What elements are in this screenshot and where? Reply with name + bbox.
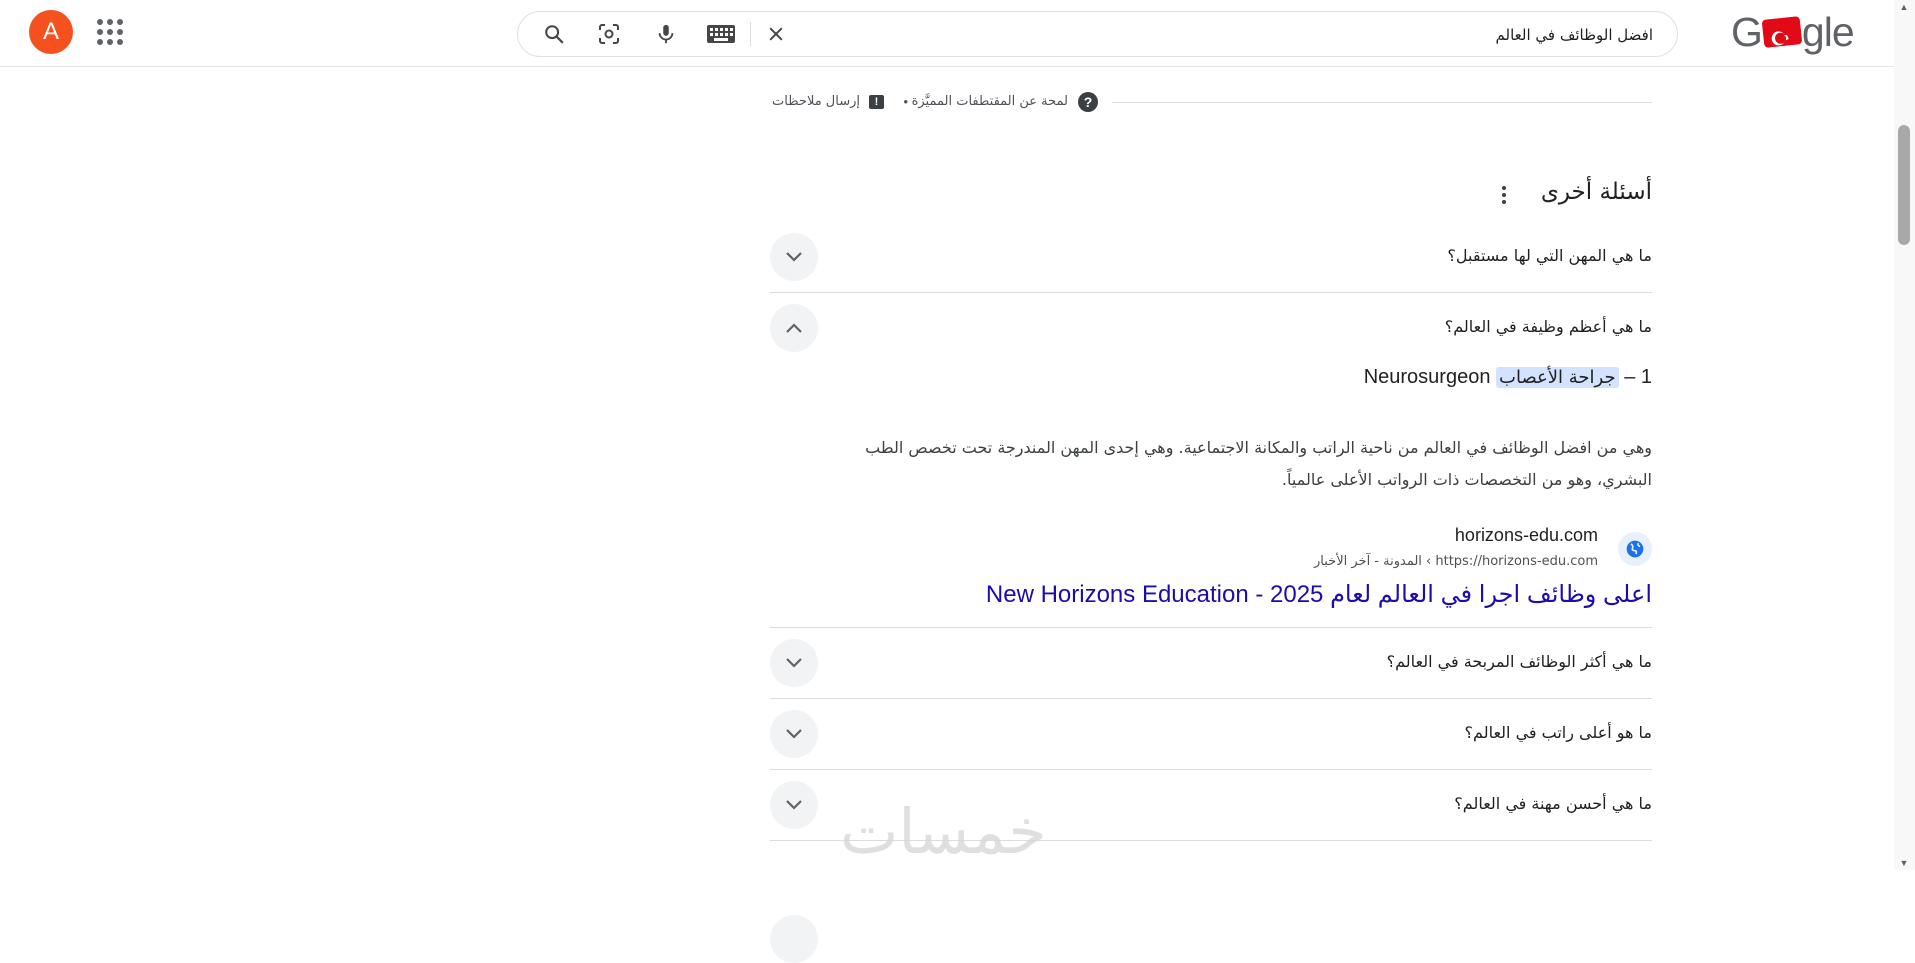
chevron-up-icon[interactable] <box>770 304 818 352</box>
feedback-icon[interactable]: ! <box>869 95 884 109</box>
chevron-down-icon[interactable] <box>770 710 818 758</box>
paa-title: أسئلة أخرى <box>1540 179 1652 205</box>
paa-question-text: ما هي أحسن مهنة في العالم؟ <box>1454 794 1652 813</box>
send-feedback-link[interactable]: إرسال ملاحظات <box>772 94 860 109</box>
source-url[interactable]: https://horizons-edu.com › المدونة - آخر… <box>1314 554 1598 569</box>
more-options-icon[interactable] <box>1494 184 1514 206</box>
answer-suffix: Neurosurgeon <box>1363 366 1491 388</box>
answer-highlight: جراحة الأعصاب <box>1496 367 1619 388</box>
paa-question-text: ما هي أكثر الوظائف المربحة في العالم؟ <box>1386 652 1652 671</box>
mic-icon[interactable] <box>652 20 680 48</box>
results-main: ? لمحة عن المقتطفات المميَّزة • ! إرسال … <box>770 66 1652 963</box>
scroll-down-arrow-icon[interactable]: ▼ <box>1898 858 1910 868</box>
about-featured-snippets-link[interactable]: لمحة عن المقتطفات المميَّزة <box>912 94 1068 109</box>
search-box <box>517 11 1678 57</box>
paa-question-text: ما هو أعلى راتب في العالم؟ <box>1464 723 1652 742</box>
source-site-name[interactable]: horizons-edu.com <box>1455 525 1598 546</box>
top-header: A G gle <box>0 0 1894 67</box>
paa-question-text: ما هي المهن التي لها مستقبل؟ <box>1447 246 1652 265</box>
answer-body: وهي من افضل الوظائف في العالم من ناحية ا… <box>865 438 1652 489</box>
chevron-down-icon[interactable] <box>770 915 818 963</box>
paa-question-row-expanded[interactable]: ما هي أعظم وظيفة في العالم؟ <box>770 293 1652 363</box>
paa-question-row-partial[interactable] <box>770 841 1652 963</box>
search-input[interactable] <box>851 18 1655 52</box>
search-icon[interactable] <box>540 20 568 48</box>
answer-heading: 1 – جراحة الأعصاب Neurosurgeon <box>1364 366 1652 389</box>
help-icon[interactable]: ? <box>1078 92 1098 112</box>
paa-question-text: ما هي أعظم وظيفة في العالم؟ <box>1444 317 1652 336</box>
source-title-link[interactable]: اعلى وظائف اجرا في العالم لعام 2025 - Ne… <box>986 580 1652 609</box>
turkish-flag-icon <box>1761 16 1803 48</box>
chevron-down-icon[interactable] <box>770 639 818 687</box>
scroll-up-arrow-icon[interactable]: ▲ <box>1898 2 1910 12</box>
answer-prefix: 1 – <box>1624 366 1652 388</box>
chevron-down-icon[interactable] <box>770 781 818 829</box>
clear-icon[interactable] <box>762 20 790 48</box>
featured-snippet-divider <box>1112 102 1652 103</box>
paa-question-row[interactable]: ما هي المهن التي لها مستقبل؟ <box>770 222 1652 293</box>
google-doodle-logo[interactable]: G gle <box>1731 9 1855 55</box>
separator-dot: • <box>903 94 908 109</box>
chevron-down-icon[interactable] <box>770 233 818 281</box>
paa-question-row[interactable]: ما هي أحسن مهنة في العالم؟ <box>770 770 1652 841</box>
account-avatar[interactable]: A <box>29 10 73 54</box>
logo-right: gle <box>1801 9 1855 55</box>
lens-icon[interactable] <box>595 20 623 48</box>
logo-left: G <box>1731 9 1763 55</box>
keyboard-icon[interactable] <box>704 20 738 48</box>
apps-grid-icon[interactable] <box>95 17 125 47</box>
scrollbar-thumb[interactable] <box>1898 125 1910 245</box>
paa-question-row[interactable]: ما هي أكثر الوظائف المربحة في العالم؟ <box>770 628 1652 699</box>
search-divider <box>750 22 751 46</box>
paa-question-row[interactable]: ما هو أعلى راتب في العالم؟ <box>770 699 1652 770</box>
globe-icon <box>1618 532 1652 566</box>
